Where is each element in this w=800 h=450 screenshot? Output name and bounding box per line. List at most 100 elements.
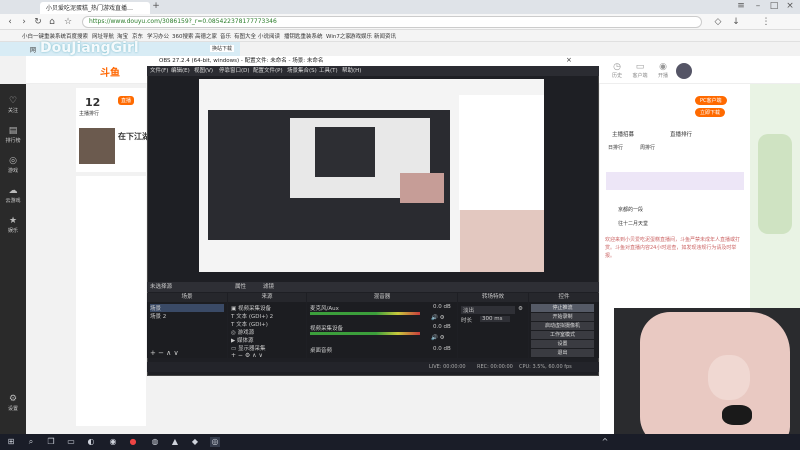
menu-view[interactable]: 视图(V) [194,66,213,76]
bookmark[interactable]: Win7之家 [326,32,351,40]
source-item[interactable]: T 文本 (GDI+) [231,320,268,328]
minimize-icon[interactable]: – [752,0,764,12]
address-bar[interactable]: https://www.douyu.com/3086159?_r=0.08542… [82,16,702,28]
source-item[interactable]: T 文本 (GDI+) 2 [231,312,273,320]
tab-rank[interactable]: 直播排行 [670,130,692,138]
browser-tab-active[interactable]: 小贝爱吃泥蛋糕_热门游戏直播… [40,2,150,14]
studio-mode-button[interactable]: 工作室模式 [531,331,594,339]
event-banner[interactable] [606,172,744,190]
rail-item-settings[interactable]: ⚙ 设置 [0,394,26,412]
bookmark[interactable]: 高德之家 [195,32,217,40]
home-icon[interactable]: ⌂ [46,16,58,28]
window-menu-icon[interactable]: ≡ [735,0,747,12]
avatar[interactable] [676,63,692,79]
explorer-icon[interactable]: ▭ [66,437,76,447]
steam-icon[interactable]: ◍ [150,437,160,447]
mixer-dock-title: 混音器 [307,293,457,302]
start-icon[interactable]: ⊞ [6,437,16,447]
history-icon[interactable]: ◷ 历史 [606,62,628,79]
task-view-icon[interactable]: ❐ [46,437,56,447]
duration-input[interactable]: 300 ms [480,316,510,322]
bookmark[interactable]: 百度搜索 [66,32,88,40]
rank-item[interactable]: 京都的一段 [618,206,643,213]
bookmark[interactable]: 网址导航 [92,32,114,40]
forward-icon[interactable]: › [18,16,30,28]
start-recording-button[interactable]: 开始录制 [531,313,594,321]
subtab-weekly[interactable]: 周排行 [640,144,655,151]
source-item[interactable]: ▣ 视频采集设备 [231,304,271,312]
rank-item[interactable]: 往十二月天堂 [618,220,648,227]
exit-button[interactable]: 退出 [531,349,594,357]
close-icon[interactable]: × [784,0,796,12]
rail-item-ent[interactable]: ★ 娱乐 [0,216,26,234]
edge-icon[interactable]: ◐ [86,437,96,447]
bookmark[interactable]: 小白一键重装系统 [22,32,66,40]
menu-scene-collection[interactable]: 场景集合(S) [287,66,317,76]
bookmark[interactable]: 360搜索 [172,32,194,40]
app-icon[interactable]: ▲ [170,437,180,447]
transition-select[interactable]: 淡出 [461,306,515,314]
app-icon[interactable]: ◆ [190,437,200,447]
browser-nav-bar: ‹ › ↻ ⌂ ☆ https://www.douyu.com/3086159?… [0,14,800,30]
reload-icon[interactable]: ↻ [32,16,44,28]
mute-icon[interactable]: 🔊 ⚙ [431,315,445,321]
banner-download-button[interactable]: 换站下载 [210,45,235,52]
bookmark[interactable]: 京东 [132,32,143,40]
download-button[interactable]: 立即下载 [695,108,726,117]
app-icon[interactable]: ● [128,437,138,447]
douyu-logo[interactable]: 斗鱼 [100,64,120,79]
obs-taskbar-icon[interactable]: ◎ [210,437,220,447]
star-icon[interactable]: ☆ [62,16,74,28]
rail-item-game[interactable]: ◎ 游戏 [0,156,26,174]
new-tab-button[interactable]: + [150,0,162,12]
menu-docks[interactable]: 停靠窗口(D) [219,66,250,76]
streamer-avatar[interactable] [79,128,115,164]
subtab-daily[interactable]: 日排行 [608,144,623,151]
pc-client-button[interactable]: PC客户端 [695,96,727,105]
source-controls[interactable]: + − ⚙ ∧ ∨ [231,352,263,359]
tray-chevron-icon[interactable]: ^ [600,437,610,447]
menu-profile[interactable]: 配置文件(P) [253,66,283,76]
source-item[interactable]: ◎ 游戏源 [231,328,254,336]
browser-icon[interactable]: ◉ [108,437,118,447]
bookmark[interactable]: 学习办公 [147,32,169,40]
maximize-icon[interactable]: □ [768,0,780,12]
menu-file[interactable]: 文件(F) [150,66,168,76]
bookmark[interactable]: 游戏娱乐 [350,32,372,40]
back-icon[interactable]: ‹ [4,16,16,28]
rail-item-cloud[interactable]: ☁ 云游戏 [0,186,26,204]
bookmark[interactable]: 有图大全 [234,32,256,40]
client-icon[interactable]: ▭ 客户端 [629,62,651,79]
settings-button[interactable]: 设置 [531,340,594,348]
broadcast-icon[interactable]: ◉ 开播 [652,62,674,79]
rail-item-follow[interactable]: ♡ 关注 [0,96,26,114]
download-icon[interactable]: ↓ [730,16,742,28]
virtual-camera-button[interactable]: 启动虚拟摄像机 [531,322,594,330]
rail-item-rank[interactable]: ▤ 排行榜 [0,126,26,144]
sources-dock-title: 来源 [228,293,306,302]
menu-help[interactable]: 帮助(H) [342,66,361,76]
scene-controls[interactable]: + − ∧ ∨ [150,349,179,357]
source-item[interactable]: ▶ 媒体源 [231,336,254,344]
search-icon[interactable]: ⌕ [26,437,36,447]
extension-icon[interactable]: ◇ [712,16,724,28]
menu-icon[interactable]: ⋮ [760,16,772,28]
bookmark[interactable]: 新闻资讯 [374,32,396,40]
properties-button[interactable]: 属性 [235,282,246,292]
stop-streaming-button[interactable]: 停止推流 [531,304,594,312]
menu-edit[interactable]: 编辑(E) [171,66,190,76]
rank-icon: ▤ [8,126,18,136]
obs-close-icon[interactable]: × [566,56,572,64]
bookmark[interactable]: 播钥匙重装系统 [284,32,323,40]
mute-icon[interactable]: 🔊 ⚙ [431,335,445,341]
scene-item[interactable]: 场景 [150,304,224,312]
bookmark[interactable]: 音乐 [220,32,231,40]
scene-item[interactable]: 场景 2 [150,312,166,320]
source-item[interactable]: ▭ 显示器采集 [231,344,265,352]
filters-button[interactable]: 滤镜 [263,282,274,292]
bookmark[interactable]: 淘宝 [117,32,128,40]
transition-gear-icon[interactable]: ⚙ [518,306,523,312]
menu-tools[interactable]: 工具(T) [319,66,338,76]
bookmark[interactable]: 小说阅读 [258,32,280,40]
tab-recruit[interactable]: 主播招募 [612,130,634,138]
